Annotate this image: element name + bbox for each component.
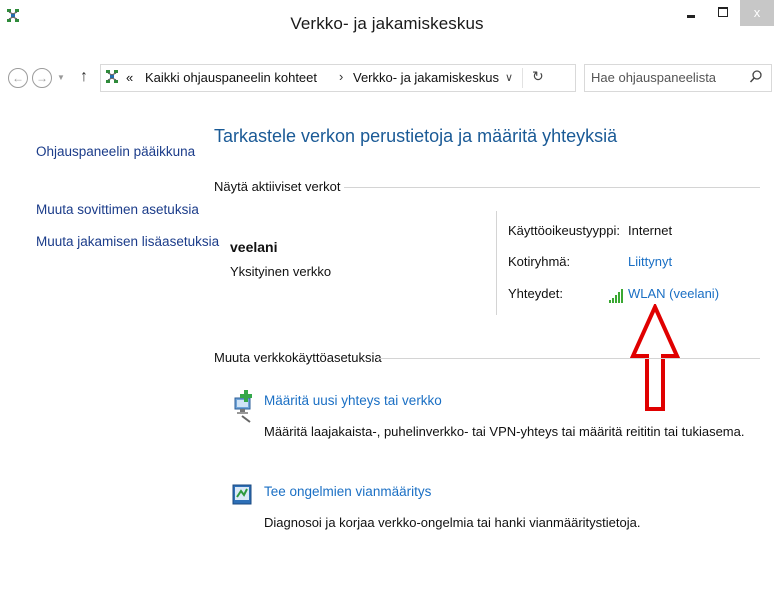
sidebar-item-adapter-settings[interactable]: Muuta sovittimen asetuksia (36, 202, 199, 217)
address-divider (522, 68, 523, 88)
wifi-signal-icon[interactable] (609, 289, 625, 308)
network-type: Yksityinen verkko (230, 264, 332, 279)
minimize-button[interactable] (676, 0, 706, 26)
title-bar: Verkko- ja jakamiskeskus x (0, 0, 774, 52)
troubleshoot-icon[interactable] (232, 484, 254, 511)
address-dropdown-button[interactable]: ∨ (505, 71, 513, 84)
breadcrumb-network-center[interactable]: Verkko- ja jakamiskeskus (353, 70, 499, 85)
new-connection-description: Määritä laajakaista-, puhelinverkko- tai… (264, 424, 745, 439)
access-type-label: Käyttöoikeustyyppi: (508, 223, 621, 238)
navigation-bar: ← → ▼ ↑ « Kaikki ohjauspaneelin kohteet … (0, 62, 774, 96)
new-connection-icon[interactable] (232, 390, 256, 429)
homegroup-label: Kotiryhmä: (508, 254, 571, 269)
annotation-arrow-icon (629, 302, 681, 417)
sidebar-item-sharing-settings[interactable]: Muuta jakamisen lisäasetuksia (36, 234, 219, 249)
forward-button[interactable]: → (32, 68, 52, 88)
search-icon[interactable] (749, 69, 763, 90)
network-name: veelani (230, 239, 278, 255)
address-overflow-button[interactable]: « (126, 70, 133, 85)
active-networks-header: Näytä aktiiviset verkot (214, 179, 341, 194)
access-type-value: Internet (628, 223, 673, 238)
change-settings-header: Muuta verkkokäyttöasetuksia (214, 350, 382, 365)
active-networks-divider (344, 187, 760, 188)
window-title: Verkko- ja jakamiskeskus (290, 14, 484, 33)
change-settings-divider (378, 358, 760, 359)
recent-locations-button[interactable]: ▼ (57, 73, 65, 82)
breadcrumb-all-items[interactable]: Kaikki ohjauspaneelin kohteet (145, 70, 317, 85)
maximize-button[interactable] (708, 0, 738, 26)
new-connection-link[interactable]: Määritä uusi yhteys tai verkko (264, 393, 442, 408)
close-button[interactable]: x (740, 0, 774, 26)
refresh-button[interactable]: ↻ (532, 68, 544, 85)
address-bar[interactable]: « Kaikki ohjauspaneelin kohteet › Verkko… (100, 64, 576, 92)
homegroup-link[interactable]: Liittynyt (628, 254, 672, 269)
troubleshoot-link[interactable]: Tee ongelmien vianmääritys (264, 484, 431, 499)
search-box[interactable] (584, 64, 772, 92)
connections-label: Yhteydet: (508, 286, 563, 301)
troubleshoot-description: Diagnosoi ja korjaa verkko-ongelmia tai … (264, 515, 641, 530)
network-properties-divider (496, 211, 497, 315)
control-panel-icon (105, 69, 119, 90)
page-title: Tarkastele verkon perustietoja ja määrit… (214, 126, 618, 146)
wlan-connection-link[interactable]: WLAN (veelani) (628, 286, 719, 301)
sidebar-item-control-panel-home[interactable]: Ohjauspaneelin pääikkuna (36, 144, 195, 159)
search-input[interactable] (591, 68, 741, 86)
breadcrumb-separator[interactable]: › (339, 69, 343, 84)
up-button[interactable]: ↑ (80, 68, 88, 86)
back-button[interactable]: ← (8, 68, 28, 88)
